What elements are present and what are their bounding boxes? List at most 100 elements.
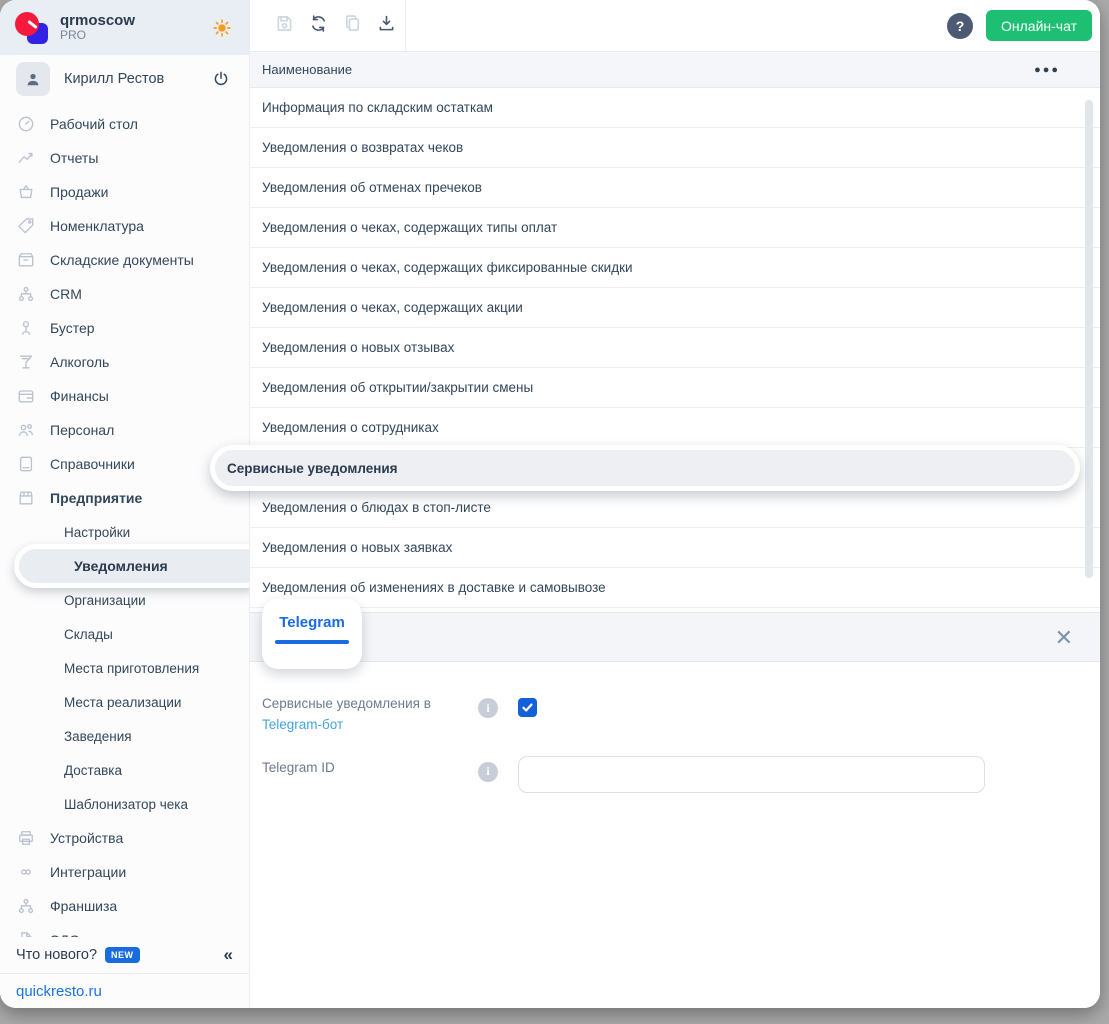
toolbar-divider xyxy=(405,0,406,51)
tag-icon xyxy=(16,216,36,236)
table-row[interactable]: Уведомления об отменах пречеков xyxy=(250,168,1100,208)
directory-icon xyxy=(16,454,36,474)
main-content: ? Онлайн-чат Наименование ●●● Информация… xyxy=(250,0,1100,1008)
notification-list: Информация по складским остаткамУведомле… xyxy=(250,88,1100,608)
info-icon[interactable]: i xyxy=(478,698,498,718)
column-header-name: Наименование xyxy=(262,62,352,77)
sales-icon xyxy=(16,182,36,202)
download-button[interactable] xyxy=(369,9,403,43)
check-icon xyxy=(521,701,534,714)
help-button[interactable]: ? xyxy=(947,13,973,39)
sidebar-subitem-cooking-places[interactable]: Места приготовления xyxy=(0,651,249,685)
sidebar-item-booster[interactable]: Бустер xyxy=(0,311,249,345)
detail-panel: Telegram ✕ Сервисные уведомления в Teleg… xyxy=(250,612,1100,1008)
theme-toggle-sun-icon[interactable] xyxy=(211,17,233,39)
app-window: qrmoscow PRO Кирилл Рестов xyxy=(0,0,1100,1008)
sidebar-subitem-warehouses[interactable]: Склады xyxy=(0,617,249,651)
user-name: Кирилл Рестов xyxy=(64,71,197,87)
crm-icon xyxy=(16,284,36,304)
service-notifications-field: Сервисные уведомления в Telegram-бот i xyxy=(262,692,1088,736)
telegram-form: Сервисные уведомления в Telegram-бот i T… xyxy=(250,662,1100,793)
quickresto-logo-icon xyxy=(14,10,50,46)
table-row[interactable]: Уведомления о чеках, содержащих типы опл… xyxy=(250,208,1100,248)
sidebar-subitem-notifications[interactable]: Уведомления xyxy=(14,544,249,588)
info-icon[interactable]: i xyxy=(478,762,498,782)
sidebar-item-devices[interactable]: Устройства xyxy=(0,821,249,855)
service-notifications-label: Сервисные уведомления в xyxy=(262,696,431,711)
collapse-sidebar-icon[interactable]: « xyxy=(224,945,233,965)
refresh-button[interactable] xyxy=(301,9,335,43)
table-options-ellipsis-icon[interactable]: ●●● xyxy=(1034,64,1060,76)
sidebar-item-sales[interactable]: Продажи xyxy=(0,175,249,209)
save-icon xyxy=(274,13,295,39)
warehouse-icon xyxy=(16,250,36,270)
sidebar-item-enterprise[interactable]: Предприятие xyxy=(0,481,249,515)
sidebar-item-alcohol[interactable]: Алкоголь xyxy=(0,345,249,379)
close-panel-icon[interactable]: ✕ xyxy=(1055,625,1073,651)
table-row[interactable]: Уведомления о чеках, содержащих фиксиров… xyxy=(250,248,1100,288)
sidebar-item-staff[interactable]: Персонал xyxy=(0,413,249,447)
table-row[interactable]: Уведомления о чеках, содержащих акции xyxy=(250,288,1100,328)
sidebar-item-edo[interactable]: ЭДО и маркировка xyxy=(0,923,249,937)
finance-icon xyxy=(16,386,36,406)
plan-label: PRO xyxy=(60,29,201,43)
sidebar-item-integrations[interactable]: Интеграции xyxy=(0,855,249,889)
person-icon xyxy=(23,69,43,89)
sidebar-subitem-sale-places[interactable]: Места реализации xyxy=(0,685,249,719)
copy-button xyxy=(335,9,369,43)
new-badge[interactable]: NEW xyxy=(105,947,140,963)
edo-icon xyxy=(16,930,36,937)
sidebar-subitem-receipt-template[interactable]: Шаблонизатор чека xyxy=(0,787,249,821)
whats-new-link[interactable]: Что нового? xyxy=(16,947,97,963)
sidebar-item-reports[interactable]: Отчеты xyxy=(0,141,249,175)
telegram-bot-link[interactable]: Telegram-бот xyxy=(262,717,343,732)
sidebar-subitem-venues[interactable]: Заведения xyxy=(0,719,249,753)
tab-telegram[interactable]: Telegram xyxy=(262,599,362,669)
telegram-id-field: Telegram ID i xyxy=(262,756,1088,793)
integrations-icon xyxy=(16,862,36,882)
table-row[interactable]: Сервисные уведомления xyxy=(210,445,1080,491)
sidebar-subitem-organizations[interactable]: Организации xyxy=(0,583,249,617)
dashboard-icon xyxy=(16,114,36,134)
toolbar: ? Онлайн-чат xyxy=(250,0,1100,51)
active-tab-underline xyxy=(275,640,349,644)
sidebar-nav: Рабочий столОтчетыПродажиНоменклатураСкл… xyxy=(0,103,249,937)
franchise-icon xyxy=(16,896,36,916)
table-row[interactable]: Уведомления о новых заявках xyxy=(250,528,1100,568)
table-row[interactable]: Уведомления о блюдах в стоп-листе xyxy=(250,488,1100,528)
sidebar-item-desktop[interactable]: Рабочий стол xyxy=(0,107,249,141)
save-button xyxy=(267,9,301,43)
telegram-id-label: Telegram ID xyxy=(262,756,466,779)
sidebar-item-warehouse-docs[interactable]: Складские документы xyxy=(0,243,249,277)
table-row[interactable]: Уведомления об изменениях в доставке и с… xyxy=(250,568,1100,608)
table-row[interactable]: Уведомления об открытии/закрытии смены xyxy=(250,368,1100,408)
logout-power-icon[interactable] xyxy=(211,69,231,89)
table-row[interactable]: Информация по складским остаткам xyxy=(250,88,1100,128)
alcohol-icon xyxy=(16,352,36,372)
sidebar-subitem-delivery[interactable]: Доставка xyxy=(0,753,249,787)
refresh-icon xyxy=(308,13,329,39)
service-notifications-checkbox[interactable] xyxy=(518,698,537,717)
workspace-name: qrmoscow xyxy=(60,12,201,29)
sidebar-item-finance[interactable]: Финансы xyxy=(0,379,249,413)
sidebar-item-franchise[interactable]: Франшиза xyxy=(0,889,249,923)
reports-icon xyxy=(16,148,36,168)
table-row[interactable]: Уведомления о сотрудниках xyxy=(250,408,1100,448)
telegram-id-input[interactable] xyxy=(518,756,985,793)
table-header: Наименование ●●● xyxy=(250,51,1100,88)
table-row[interactable]: Уведомления о возвратах чеков xyxy=(250,128,1100,168)
devices-icon xyxy=(16,828,36,848)
panel-tabstrip: Telegram ✕ xyxy=(250,612,1100,662)
staff-icon xyxy=(16,420,36,440)
list-scrollbar[interactable] xyxy=(1085,100,1093,578)
site-link[interactable]: quickresto.ru xyxy=(16,983,102,1000)
user-profile[interactable]: Кирилл Рестов xyxy=(0,55,249,103)
sidebar: qrmoscow PRO Кирилл Рестов xyxy=(0,0,250,1008)
table-row[interactable]: Уведомления о новых отзывах xyxy=(250,328,1100,368)
user-avatar xyxy=(16,62,50,96)
enterprise-icon xyxy=(16,488,36,508)
sidebar-item-crm[interactable]: CRM xyxy=(0,277,249,311)
brand-header: qrmoscow PRO xyxy=(0,0,249,55)
online-chat-button[interactable]: Онлайн-чат xyxy=(986,10,1092,41)
sidebar-item-nomenclature[interactable]: Номенклатура xyxy=(0,209,249,243)
